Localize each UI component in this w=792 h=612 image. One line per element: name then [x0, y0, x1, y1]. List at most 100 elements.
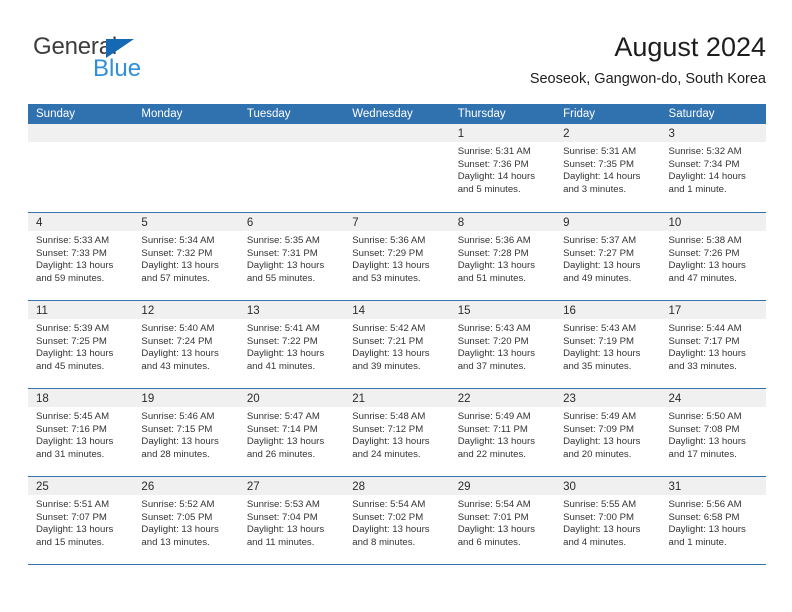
day-number: 1	[457, 128, 465, 140]
calendar-day-cell[interactable]: 20 Sunrise: 5:47 AM Sunset: 7:14 PM Dayligh…	[238, 389, 345, 476]
sunset-text: Sunset: 7:22 PM	[246, 335, 318, 347]
sunset-text: Sunset: 7:07 PM	[36, 511, 107, 523]
calendar-day-cell[interactable]: 2 Sunrise: 5:31 AM Sunset: 7:35 PM Daylight…	[555, 124, 661, 212]
calendar-day-cell[interactable]: 25 Sunrise: 5:51 AM Sunset: 7:07 PM Dayligh…	[28, 477, 134, 564]
sunset-text: Sunset: 7:01 PM	[457, 511, 529, 523]
day-number-band: 18	[28, 389, 134, 407]
daylight-text-line2: and 22 minutes.	[457, 448, 526, 460]
calendar-day-cell[interactable]: 9 Sunrise: 5:37 AM Sunset: 7:27 PM Daylight…	[555, 213, 661, 300]
calendar-day-cell[interactable]: 1 Sunrise: 5:31 AM Sunset: 7:36 PM Daylight…	[449, 124, 556, 212]
calendar-day-cell[interactable]: 16 Sunrise: 5:43 AM Sunset: 7:19 PM Dayligh…	[555, 301, 661, 388]
day-details: Sunrise: 5:32 AM Sunset: 7:34 PM Daylight:…	[661, 142, 766, 196]
page-title: August 2024	[614, 32, 766, 62]
daylight-text-line1: Daylight: 13 hours	[457, 260, 536, 272]
daylight-text-line2: and 17 minutes.	[668, 448, 737, 460]
calendar-day-cell[interactable]: 7 Sunrise: 5:36 AM Sunset: 7:29 PM Daylight…	[344, 213, 450, 300]
calendar-day-cell[interactable]: 19 Sunrise: 5:46 AM Sunset: 7:15 PM Dayligh…	[133, 389, 239, 476]
calendar-day-cell[interactable]: 27 Sunrise: 5:53 AM Sunset: 7:04 PM Dayligh…	[238, 477, 345, 564]
calendar-day-cell[interactable]: 18 Sunrise: 5:45 AM Sunset: 7:16 PM Dayligh…	[28, 389, 134, 476]
daylight-text-line2: and 45 minutes.	[36, 360, 105, 372]
daylight-text-line1: Daylight: 13 hours	[36, 524, 114, 536]
calendar-day-cell[interactable]: 29 Sunrise: 5:54 AM Sunset: 7:01 PM Dayligh…	[449, 477, 556, 564]
calendar-day-cell[interactable]: 28 Sunrise: 5:54 AM Sunset: 7:02 PM Dayligh…	[344, 477, 450, 564]
day-details: Sunrise: 5:36 AM Sunset: 7:28 PM Daylight:…	[450, 231, 555, 285]
calendar-day-cell-empty	[28, 124, 134, 212]
calendar-day-cell[interactable]: 31 Sunrise: 5:56 AM Sunset: 6:58 PM Dayligh…	[660, 477, 766, 564]
weekday-header-wednesday: Wednesday	[352, 108, 413, 120]
sunset-text: Sunset: 6:58 PM	[668, 511, 740, 523]
sunrise-text: Sunrise: 5:56 AM	[668, 499, 742, 510]
daylight-text-line2: and 26 minutes.	[246, 448, 316, 460]
day-details: Sunrise: 5:55 AM Sunset: 7:00 PM Daylight:…	[555, 495, 660, 549]
daylight-text-line2: and 3 minutes.	[563, 183, 627, 195]
daylight-text-line2: and 51 minutes.	[457, 272, 526, 284]
day-number-band	[238, 124, 345, 142]
calendar-day-cell[interactable]: 4 Sunrise: 5:33 AM Sunset: 7:33 PM Daylight…	[28, 213, 134, 300]
calendar-day-cell-empty	[344, 124, 450, 212]
daylight-text-line2: and 39 minutes.	[352, 360, 421, 372]
daylight-text-line2: and 33 minutes.	[668, 360, 737, 372]
day-number-band: 25	[28, 477, 134, 495]
daylight-text-line1: Daylight: 13 hours	[141, 260, 219, 272]
daylight-text-line2: and 31 minutes.	[36, 448, 105, 460]
calendar-bottom-rule	[28, 564, 766, 565]
day-number: 9	[563, 217, 570, 229]
day-number-band: 5	[133, 213, 239, 231]
calendar-day-cell[interactable]: 22 Sunrise: 5:49 AM Sunset: 7:11 PM Dayligh…	[449, 389, 556, 476]
sunset-text: Sunset: 7:29 PM	[352, 247, 424, 259]
sunset-text: Sunset: 7:16 PM	[36, 423, 107, 435]
sunrise-text: Sunrise: 5:45 AM	[36, 411, 110, 422]
calendar-day-cell[interactable]: 26 Sunrise: 5:52 AM Sunset: 7:05 PM Dayligh…	[133, 477, 239, 564]
day-details: Sunrise: 5:39 AM Sunset: 7:25 PM Daylight:…	[28, 319, 133, 373]
calendar-day-cell[interactable]: 24 Sunrise: 5:50 AM Sunset: 7:08 PM Dayligh…	[660, 389, 766, 476]
day-number: 7	[352, 217, 359, 229]
calendar-day-cell[interactable]: 15 Sunrise: 5:43 AM Sunset: 7:20 PM Dayligh…	[449, 301, 556, 388]
general-blue-logo[interactable]: General Blue	[33, 34, 233, 92]
daylight-text-line1: Daylight: 13 hours	[352, 436, 430, 448]
daylight-text-line1: Daylight: 13 hours	[563, 348, 641, 360]
day-number: 30	[563, 481, 576, 493]
weekday-header-thursday: Thursday	[457, 108, 506, 120]
daylight-text-line1: Daylight: 13 hours	[352, 524, 430, 536]
calendar-day-cell[interactable]: 23 Sunrise: 5:49 AM Sunset: 7:09 PM Dayligh…	[555, 389, 661, 476]
daylight-text-line2: and 4 minutes.	[563, 536, 627, 548]
day-details: Sunrise: 5:43 AM Sunset: 7:20 PM Daylight:…	[450, 319, 555, 373]
daylight-text-line1: Daylight: 13 hours	[352, 260, 430, 272]
calendar-day-cell[interactable]: 13 Sunrise: 5:41 AM Sunset: 7:22 PM Dayligh…	[238, 301, 345, 388]
day-number: 12	[141, 305, 155, 317]
sunset-text: Sunset: 7:36 PM	[457, 158, 529, 170]
daylight-text-line1: Daylight: 13 hours	[457, 436, 536, 448]
calendar-day-cell[interactable]: 17 Sunrise: 5:44 AM Sunset: 7:17 PM Dayligh…	[660, 301, 766, 388]
day-number: 8	[457, 217, 465, 229]
calendar-day-cell[interactable]: 30 Sunrise: 5:55 AM Sunset: 7:00 PM Dayligh…	[555, 477, 661, 564]
calendar-day-cell[interactable]: 8 Sunrise: 5:36 AM Sunset: 7:28 PM Daylight…	[449, 213, 556, 300]
sunrise-text: Sunrise: 5:36 AM	[352, 235, 426, 246]
calendar-day-cell-empty	[133, 124, 239, 212]
calendar-day-cell[interactable]: 14 Sunrise: 5:42 AM Sunset: 7:21 PM Dayligh…	[344, 301, 450, 388]
sunrise-text: Sunrise: 5:41 AM	[246, 323, 320, 334]
sunset-text: Sunset: 7:33 PM	[36, 247, 107, 259]
day-number-band: 27	[238, 477, 345, 495]
sunrise-text: Sunrise: 5:34 AM	[141, 235, 215, 246]
day-details: Sunrise: 5:47 AM Sunset: 7:14 PM Daylight:…	[239, 407, 344, 461]
calendar-day-cell[interactable]: 3 Sunrise: 5:32 AM Sunset: 7:34 PM Daylight…	[660, 124, 766, 212]
day-details: Sunrise: 5:49 AM Sunset: 7:11 PM Daylight:…	[450, 407, 555, 461]
daylight-text-line2: and 28 minutes.	[141, 448, 210, 460]
weekday-header-sunday: Sunday	[36, 108, 76, 120]
calendar-day-cell[interactable]: 10 Sunrise: 5:38 AM Sunset: 7:26 PM Dayligh…	[660, 213, 766, 300]
sunset-text: Sunset: 7:27 PM	[563, 247, 635, 259]
daylight-text-line2: and 13 minutes.	[141, 536, 210, 548]
calendar-day-cell[interactable]: 6 Sunrise: 5:35 AM Sunset: 7:31 PM Daylight…	[238, 213, 345, 300]
day-number-band: 2	[555, 124, 661, 142]
daylight-text-line1: Daylight: 13 hours	[141, 436, 219, 448]
daylight-text-line1: Daylight: 13 hours	[36, 348, 114, 360]
daylight-text-line1: Daylight: 13 hours	[668, 524, 746, 536]
daylight-text-line1: Daylight: 14 hours	[563, 171, 641, 183]
day-number-band: 13	[238, 301, 345, 319]
sunset-text: Sunset: 7:21 PM	[352, 335, 424, 347]
calendar-day-cell[interactable]: 21 Sunrise: 5:48 AM Sunset: 7:12 PM Dayligh…	[344, 389, 450, 476]
calendar-day-cell[interactable]: 12 Sunrise: 5:40 AM Sunset: 7:24 PM Dayligh…	[133, 301, 239, 388]
calendar-day-cell[interactable]: 11 Sunrise: 5:39 AM Sunset: 7:25 PM Dayligh…	[28, 301, 134, 388]
calendar-day-cell[interactable]: 5 Sunrise: 5:34 AM Sunset: 7:32 PM Daylight…	[133, 213, 239, 300]
sunrise-text: Sunrise: 5:38 AM	[668, 235, 742, 246]
